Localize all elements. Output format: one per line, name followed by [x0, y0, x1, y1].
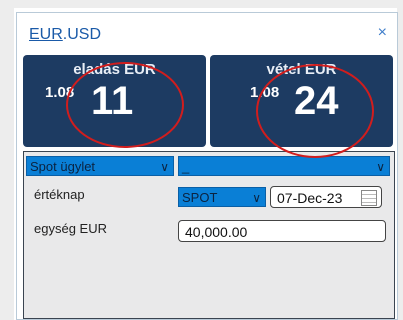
- account-select-value: _: [182, 159, 190, 174]
- quote-currency: USD: [67, 26, 102, 43]
- value-date-value: 07-Dec-23: [277, 190, 343, 206]
- close-icon[interactable]: ×: [378, 24, 387, 42]
- tenor-select-value: SPOT: [182, 190, 218, 205]
- left-border: [0, 0, 14, 320]
- chevron-down-icon: ∨: [376, 160, 385, 174]
- amount-input[interactable]: 40,000.00: [178, 220, 386, 242]
- window-frame: EUR.USD × eladás EUR 1.08 11 vétel EUR 1…: [0, 0, 403, 320]
- base-currency-link[interactable]: EUR: [29, 26, 63, 43]
- tenor-select[interactable]: SPOT ∨: [178, 187, 266, 207]
- product-select[interactable]: Spot ügylet ∨: [26, 156, 174, 176]
- annotation-circle-buy: [256, 64, 374, 158]
- fx-ticket-panel: EUR.USD × eladás EUR 1.08 11 vétel EUR 1…: [16, 12, 398, 320]
- calendar-icon[interactable]: [361, 190, 377, 206]
- amount-value: 40,000.00: [185, 224, 248, 240]
- value-date-field[interactable]: 07-Dec-23: [270, 186, 382, 208]
- chevron-down-icon: ∨: [160, 160, 169, 174]
- annotation-circle-sell: [66, 62, 184, 148]
- value-date-label: értéknap: [34, 187, 85, 202]
- order-form: Spot ügylet ∨ _ ∨ értéknap SPOT ∨ 07-Dec…: [23, 151, 395, 319]
- amount-label: egység EUR: [34, 221, 107, 236]
- top-border: [0, 0, 403, 8]
- chevron-down-icon: ∨: [252, 191, 261, 205]
- currency-pair-title: EUR.USD: [29, 26, 101, 44]
- product-select-value: Spot ügylet: [30, 159, 96, 174]
- account-select[interactable]: _ ∨: [178, 156, 390, 176]
